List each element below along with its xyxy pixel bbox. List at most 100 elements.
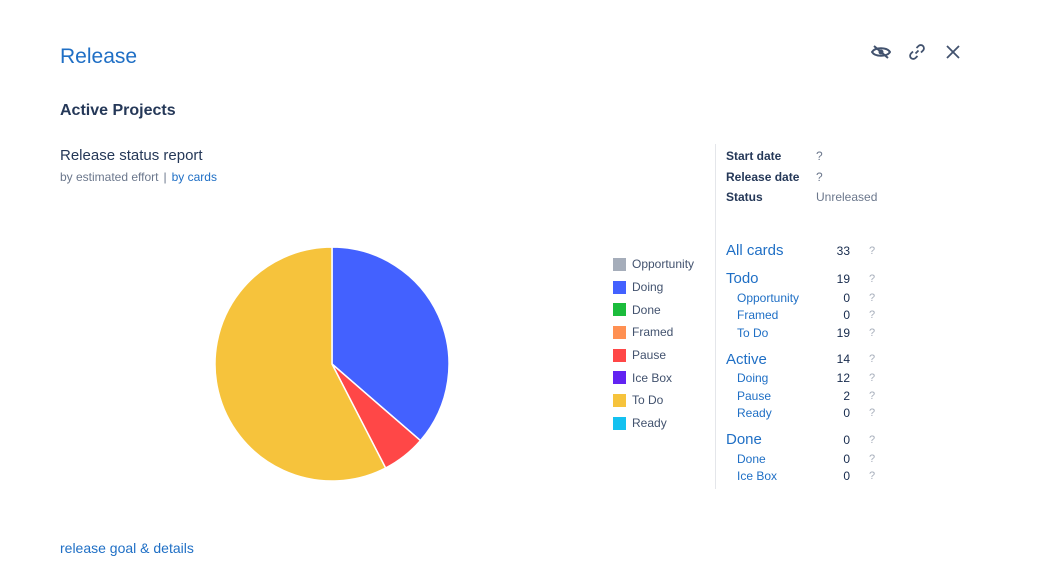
status-pie-chart — [214, 246, 450, 482]
legend-swatch — [613, 303, 626, 317]
opportunity-count: 0 — [843, 290, 850, 305]
help-icon[interactable]: ? — [869, 390, 875, 402]
legend-label: Doing — [632, 280, 664, 295]
legend-label: Ice Box — [632, 370, 673, 385]
legend-label: Pause — [632, 348, 667, 363]
legend-label: To Do — [632, 393, 664, 408]
toolbar — [868, 40, 966, 64]
todo-count: 19 — [836, 271, 850, 286]
count-row: All cards 33 ? — [726, 240, 886, 261]
all-cards-group: All cards 33 ? — [726, 240, 886, 261]
release-meta: Start date ? Release date ? Status Unrel… — [726, 146, 877, 208]
link-button[interactable] — [904, 40, 930, 64]
help-icon[interactable]: ? — [869, 407, 875, 419]
legend-item[interactable]: Done — [613, 298, 694, 321]
doing-link[interactable]: Doing — [737, 371, 768, 385]
legend-label: Framed — [632, 325, 674, 340]
hide-button[interactable] — [868, 40, 894, 64]
count-row: Done 0 ? — [726, 450, 886, 468]
to-do-link[interactable]: To Do — [737, 326, 768, 340]
release-date-row: Release date ? — [726, 167, 877, 188]
count-row: Active 14 ? — [726, 349, 886, 370]
legend-item[interactable]: To Do — [613, 389, 694, 412]
legend-swatch — [613, 393, 626, 407]
legend-item[interactable]: Ready — [613, 412, 694, 435]
help-icon[interactable]: ? — [869, 309, 875, 321]
start-date-row: Start date ? — [726, 146, 877, 167]
help-icon[interactable]: ? — [869, 453, 875, 465]
ready-link[interactable]: Ready — [737, 406, 772, 420]
card-counts: All cards 33 ? Todo 19 ? Opportunity 0 ?… — [726, 240, 886, 492]
board-name: Active Projects — [60, 102, 176, 119]
release-date-value[interactable]: ? — [816, 170, 823, 184]
doing-count: 12 — [836, 371, 850, 386]
help-icon[interactable]: ? — [869, 245, 875, 257]
count-row: Framed 0 ? — [726, 307, 886, 325]
by-effort-option[interactable]: by estimated effort — [60, 170, 159, 184]
status-row: Status Unreleased — [726, 187, 877, 208]
mode-separator: | — [163, 170, 167, 184]
help-icon[interactable]: ? — [869, 434, 875, 446]
count-row: Todo 19 ? — [726, 268, 886, 289]
framed-count: 0 — [843, 308, 850, 323]
active-count: 14 — [836, 352, 850, 366]
close-button[interactable] — [940, 40, 966, 64]
active-link[interactable]: Active — [726, 351, 767, 368]
done-group: Done 0 ? Done 0 ? Ice Box 0 ? — [726, 429, 886, 485]
legend-swatch — [613, 371, 626, 385]
help-icon[interactable]: ? — [869, 470, 875, 482]
status-label: Status — [726, 190, 763, 205]
legend-swatch — [613, 325, 626, 339]
start-date-label: Start date — [726, 149, 782, 164]
page-title: Release — [60, 45, 138, 68]
pause-link[interactable]: Pause — [737, 389, 771, 403]
ice-box-count: 0 — [843, 469, 850, 484]
report-title: Release status report — [60, 147, 203, 164]
legend-item[interactable]: Framed — [613, 321, 694, 344]
release-panel: Release Active Projects Release status r… — [0, 0, 1042, 576]
help-icon[interactable]: ? — [869, 273, 875, 285]
release-date-label: Release date — [726, 169, 800, 184]
release-goal-link[interactable]: release goal & details — [60, 540, 194, 556]
count-row: Ready 0 ? — [726, 405, 886, 423]
ice-box-link[interactable]: Ice Box — [737, 469, 777, 483]
vertical-divider — [715, 144, 716, 489]
link-icon — [909, 44, 925, 60]
legend-label: Done — [632, 302, 661, 317]
done-count: 0 — [843, 432, 850, 447]
start-date-value[interactable]: ? — [816, 149, 823, 163]
all-cards-count: 33 — [836, 243, 850, 258]
legend-item[interactable]: Opportunity — [613, 253, 694, 276]
count-row: Done 0 ? — [726, 429, 886, 450]
all-cards-link[interactable]: All cards — [726, 242, 784, 259]
count-row: Pause 2 ? — [726, 387, 886, 405]
close-icon — [946, 45, 960, 59]
chart-legend: Opportunity Doing Done Framed Pause Ice Box To… — [613, 253, 694, 435]
ready-count: 0 — [843, 406, 850, 421]
legend-item[interactable]: Pause — [613, 344, 694, 367]
done-sub-count: 0 — [843, 451, 850, 466]
todo-link[interactable]: Todo — [726, 270, 759, 287]
active-group: Active 14 ? Doing 12 ? Pause 2 ? Ready 0… — [726, 349, 886, 423]
framed-link[interactable]: Framed — [737, 308, 778, 322]
todo-group: Todo 19 ? Opportunity 0 ? Framed 0 ? To … — [726, 268, 886, 342]
done-sub-link[interactable]: Done — [737, 452, 766, 466]
count-row: Opportunity 0 ? — [726, 289, 886, 307]
legend-label: Opportunity — [632, 257, 695, 272]
by-cards-link[interactable]: by cards — [172, 170, 217, 184]
legend-swatch — [613, 348, 626, 362]
help-icon[interactable]: ? — [869, 292, 875, 304]
count-row: Doing 12 ? — [726, 370, 886, 388]
opportunity-link[interactable]: Opportunity — [737, 291, 799, 305]
count-row: To Do 19 ? — [726, 324, 886, 342]
legend-item[interactable]: Doing — [613, 276, 694, 299]
report-mode-switch: by estimated effort | by cards — [60, 170, 217, 184]
status-value: Unreleased — [816, 190, 878, 205]
help-icon[interactable]: ? — [869, 353, 875, 365]
to-do-count: 19 — [836, 325, 850, 340]
legend-item[interactable]: Ice Box — [613, 366, 694, 389]
help-icon[interactable]: ? — [869, 327, 875, 339]
count-row: Ice Box 0 ? — [726, 468, 886, 486]
done-link[interactable]: Done — [726, 431, 762, 448]
help-icon[interactable]: ? — [869, 372, 875, 384]
